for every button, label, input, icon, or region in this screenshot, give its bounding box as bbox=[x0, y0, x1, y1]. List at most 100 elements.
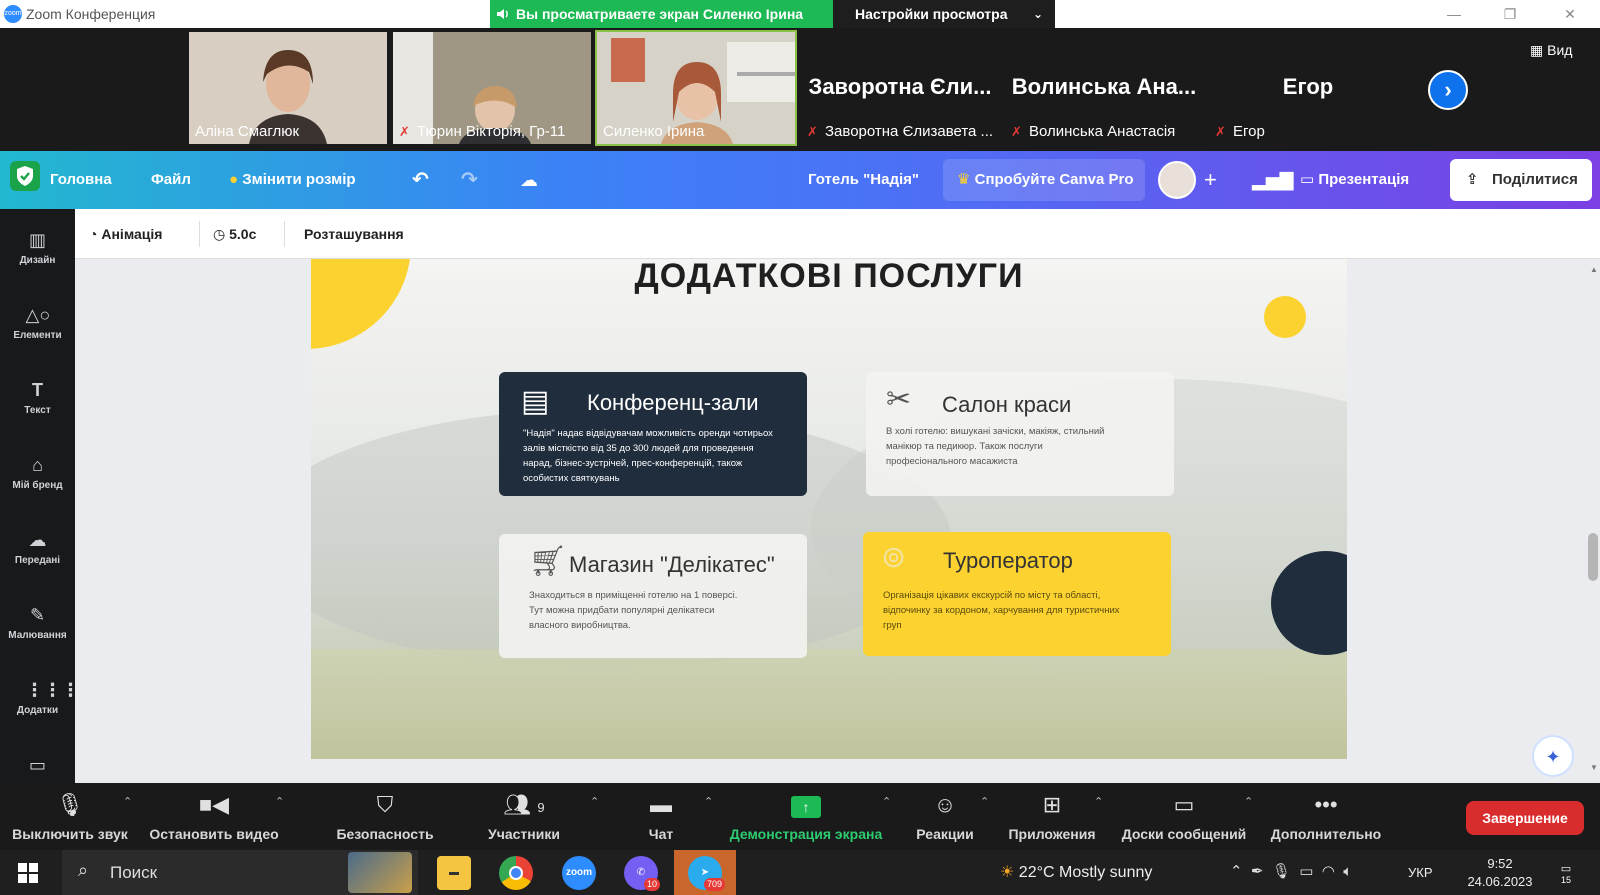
editor-subtoolbar: ◔ Анімація ◷ 5.0с Розташування bbox=[75, 209, 1600, 259]
participants-button[interactable]: 👥︎ 9 Участники bbox=[474, 783, 574, 850]
sidebar-item-uploads[interactable]: ☁ Передані bbox=[0, 529, 75, 566]
windows-start-icon[interactable] bbox=[18, 863, 38, 883]
participant-name: ✗ Егор bbox=[1215, 123, 1265, 140]
try-canva-pro-button[interactable]: ♛ Спробуйте Canva Pro bbox=[943, 159, 1145, 201]
undo-icon[interactable]: ↶ bbox=[412, 151, 429, 209]
chat-options-caret[interactable]: ⌃ bbox=[696, 783, 713, 850]
zoom-meeting-toolbar: 🎙︎ Выключить звук ⌃ ■◀ Остановить видео … bbox=[0, 783, 1600, 850]
restore-button[interactable]: ❐ bbox=[1500, 4, 1520, 24]
participant-tile[interactable]: Аліна Смаглюк bbox=[189, 32, 387, 144]
participant-tile[interactable]: ✗ Тюрин Вікторія, Гр-11 bbox=[393, 32, 591, 144]
end-meeting-button[interactable]: Завершение bbox=[1466, 801, 1584, 835]
canva-sidebar: ▥ Дизайн △○ Елементи T Текст ⌂ Мій бренд ☁ Пе… bbox=[0, 209, 80, 783]
service-card-shop[interactable]: 🛒︎ Магазин "Делікатес" Знаходиться в при… bbox=[499, 534, 807, 658]
view-settings-button[interactable]: Настройки просмотра ⌄ bbox=[833, 0, 1055, 28]
notification-center-icon[interactable]: ▭ 15 bbox=[1554, 862, 1578, 885]
sidebar-item-apps[interactable]: ⋮⋮⋮ Додатки bbox=[0, 679, 80, 716]
view-button[interactable]: ▦ Вид bbox=[1530, 42, 1572, 59]
magic-sparkle-icon[interactable]: ✦ bbox=[1532, 735, 1574, 777]
share-options-caret[interactable]: ⌃ bbox=[874, 783, 891, 850]
file-menu[interactable]: Файл bbox=[151, 151, 191, 209]
insights-chart-icon[interactable]: ▂▅▇ bbox=[1252, 151, 1294, 209]
participants-options-caret[interactable]: ⌃ bbox=[582, 783, 600, 850]
minimize-button[interactable]: — bbox=[1444, 4, 1464, 24]
slide-canvas[interactable]: ДОДАТКОВІ ПОСЛУГИ ▤ Конференц-зали "Наді… bbox=[311, 259, 1347, 759]
brand-icon: ⌂ bbox=[32, 455, 43, 475]
participant-name: Силенко Ірина bbox=[603, 123, 705, 140]
pen-icon: ✒ bbox=[1250, 863, 1264, 880]
next-page-arrow-icon[interactable]: › bbox=[1428, 70, 1468, 110]
sidebar-item-elements[interactable]: △○ Елементи bbox=[0, 304, 75, 341]
background-meadow bbox=[311, 649, 1347, 759]
resize-button[interactable]: ● Змінити розмір bbox=[229, 151, 356, 209]
sidebar-item-design[interactable]: ▥ Дизайн bbox=[0, 229, 75, 266]
zoom-app-icon[interactable]: zoom bbox=[562, 856, 596, 890]
search-placeholder: Поиск bbox=[110, 863, 158, 882]
service-card-conference[interactable]: ▤ Конференц-зали "Надія" надає відвідува… bbox=[499, 372, 807, 496]
tray-icons[interactable]: ⌃ ✒ 🎙︎ ▭ ◠ 🔈︎ bbox=[1230, 862, 1352, 880]
scroll-up-icon[interactable]: ▲ bbox=[1590, 265, 1598, 274]
avatar[interactable] bbox=[1158, 161, 1196, 199]
participant-display-name: Заворотна Єли... bbox=[808, 74, 992, 99]
scroll-down-icon[interactable]: ▼ bbox=[1590, 763, 1598, 772]
clock-date: 24.06.2023 bbox=[1467, 874, 1533, 889]
taskbar-clock[interactable]: 9:52 24.06.2023 bbox=[1460, 855, 1540, 891]
participant-tile[interactable]: Волинська Ана... ✗ Волинська Анастасія bbox=[1005, 32, 1203, 144]
telegram-active-tile[interactable]: ➤ 709 bbox=[674, 850, 736, 895]
add-user-icon[interactable]: + bbox=[1204, 151, 1217, 209]
duration-button[interactable]: ◷ 5.0с bbox=[213, 209, 256, 259]
close-button[interactable]: ✕ bbox=[1560, 4, 1580, 24]
video-camera-icon: ■◀ bbox=[198, 792, 230, 817]
participant-tile[interactable]: Егор ✗ Егор bbox=[1209, 32, 1407, 144]
chrome-icon[interactable] bbox=[499, 856, 533, 890]
participants-icon: 👥︎ 9 bbox=[503, 792, 545, 817]
chevron-up-icon: ⌃ bbox=[590, 796, 600, 808]
animation-button[interactable]: ◔ Анімація bbox=[89, 209, 162, 259]
participant-tile-active[interactable]: Силенко Ірина bbox=[595, 30, 797, 146]
shopping-cart-icon: 🛒︎ bbox=[529, 545, 568, 578]
more-button[interactable]: ••• Дополнительно bbox=[1266, 783, 1386, 850]
sidebar-item-draw[interactable]: ✎ Малювання bbox=[0, 604, 75, 641]
present-button[interactable]: ▭ Презентація bbox=[1300, 151, 1409, 209]
input-language[interactable]: УКР bbox=[1408, 865, 1433, 880]
card-description: Організація цікавих екскурсій по місту т… bbox=[883, 590, 1120, 631]
home-menu[interactable]: Головна bbox=[50, 151, 112, 209]
search-icon: ⌕ bbox=[78, 860, 89, 880]
telegram-badge: 709 bbox=[704, 878, 726, 891]
security-button[interactable]: ⛉ Безопасность bbox=[330, 783, 440, 850]
sidebar-item-text[interactable]: T Текст bbox=[0, 379, 75, 416]
redo-icon[interactable]: ↷ bbox=[461, 151, 478, 209]
whiteboards-options-caret[interactable]: ⌃ bbox=[1236, 783, 1253, 850]
file-explorer-icon[interactable]: ▬ bbox=[437, 856, 471, 890]
share-screen-button[interactable]: ↑ Демонстрация экрана bbox=[726, 783, 886, 850]
sidebar-item-brand[interactable]: ⌂ Мій бренд bbox=[0, 454, 75, 491]
share-screen-icon: ↑ bbox=[726, 791, 886, 819]
scrollbar-thumb[interactable] bbox=[1588, 533, 1598, 581]
weather-widget[interactable]: ☀ 22°C Mostly sunny bbox=[1000, 862, 1152, 882]
cloud-saved-icon[interactable]: ☁ bbox=[520, 151, 538, 209]
slide-title[interactable]: ДОДАТКОВІ ПОСЛУГИ bbox=[311, 259, 1347, 296]
shapes-icon: △○ bbox=[25, 305, 51, 325]
audio-options-caret[interactable]: ⌃ bbox=[115, 783, 132, 850]
service-card-tour-operator[interactable]: ⊚ Туроператор Організація цікавих екскур… bbox=[863, 532, 1171, 656]
taskbar-search-box[interactable]: ⌕ Поиск bbox=[62, 850, 418, 895]
participant-tile[interactable]: Заворотна Єли... ✗ Заворотна Єлизавета ..… bbox=[801, 32, 999, 144]
stop-video-button[interactable]: ■◀ Остановить видео bbox=[143, 783, 285, 850]
position-button[interactable]: Розташування bbox=[304, 209, 404, 259]
whiteboards-button[interactable]: ▭ Доски сообщений bbox=[1116, 783, 1252, 850]
apps-options-caret[interactable]: ⌃ bbox=[1086, 783, 1103, 850]
reactions-options-caret[interactable]: ⌃ bbox=[972, 783, 989, 850]
video-options-caret[interactable]: ⌃ bbox=[267, 783, 284, 850]
editor-scrollbar[interactable]: ▲ ▼ bbox=[1585, 259, 1600, 779]
share-button[interactable]: ⇪ Поділитися bbox=[1450, 159, 1592, 201]
zoom-logo-icon: zoom bbox=[4, 5, 22, 23]
service-card-beauty[interactable]: ✂ Салон краси В холі готелю: вишукані за… bbox=[866, 372, 1174, 496]
clock-time: 9:52 bbox=[1487, 856, 1513, 871]
document-title[interactable]: Готель "Надія" bbox=[808, 151, 919, 209]
animation-icon: ◔ bbox=[89, 226, 102, 242]
divider bbox=[199, 221, 200, 247]
search-highlight-image bbox=[348, 852, 412, 893]
folder-icon[interactable]: ▭ bbox=[0, 754, 75, 780]
chat-button[interactable]: ▬ Чат bbox=[626, 783, 696, 850]
mute-button[interactable]: 🎙︎ Выключить звук bbox=[8, 783, 132, 850]
